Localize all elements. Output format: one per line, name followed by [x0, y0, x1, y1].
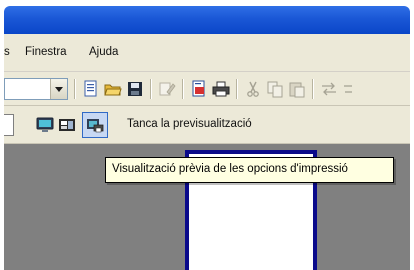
pdf-icon[interactable]: [190, 80, 208, 98]
page-setup-icon[interactable]: [58, 116, 76, 134]
arrows-icon-partial[interactable]: [344, 80, 352, 98]
toolbar-separator: [182, 79, 183, 99]
toolbar-combo-box[interactable]: [4, 78, 68, 100]
preview-toolbar: Tanca la previsualització: [4, 106, 410, 144]
tooltip: Visualització prèvia de les opcions d'im…: [105, 157, 394, 183]
print-preview-icon[interactable]: [36, 116, 54, 134]
print-icon[interactable]: [212, 80, 230, 98]
toolbar-separator: [150, 79, 151, 99]
standard-toolbar: [4, 72, 410, 106]
new-document-icon[interactable]: [82, 80, 100, 98]
paste-icon[interactable]: [288, 80, 306, 98]
toolbar-separator: [74, 79, 75, 99]
open-folder-icon[interactable]: [104, 80, 122, 98]
copy-icon[interactable]: [266, 80, 284, 98]
menu-item-ajuda[interactable]: Ajuda: [89, 46, 118, 58]
application-window: s Finestra Ajuda Tanca la previsualitzac…: [0, 0, 414, 270]
menu-bar: s Finestra Ajuda: [4, 34, 410, 72]
edit-icon[interactable]: [158, 80, 176, 98]
arrows-icon[interactable]: [320, 80, 338, 98]
dropdown-arrow-icon[interactable]: [50, 79, 67, 99]
menu-item-partial[interactable]: s: [4, 46, 10, 58]
toolbar-separator: [236, 79, 237, 99]
title-bar: [4, 6, 410, 34]
cut-icon[interactable]: [244, 80, 262, 98]
print-options-preview-button[interactable]: [82, 112, 108, 138]
menu-item-finestra[interactable]: Finestra: [25, 46, 67, 58]
save-icon[interactable]: [126, 80, 144, 98]
toolbar-edge: [4, 114, 14, 136]
close-preview-button[interactable]: Tanca la previsualització: [127, 118, 252, 130]
toolbar-separator: [312, 79, 313, 99]
print-options-preview-icon: [86, 116, 104, 134]
